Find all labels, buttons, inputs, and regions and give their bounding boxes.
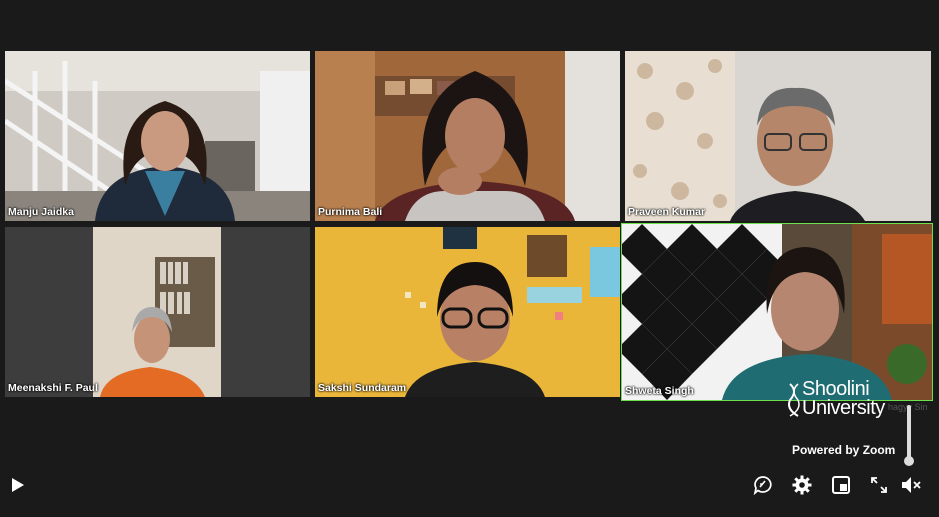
volume-slider[interactable] xyxy=(907,405,911,463)
participant-name: Sakshi Sundaram xyxy=(318,382,407,394)
chat-button[interactable] xyxy=(752,474,774,496)
participant-video xyxy=(722,247,892,400)
play-button[interactable] xyxy=(7,474,29,496)
dna-icon xyxy=(788,383,800,417)
volume-muted-icon xyxy=(902,477,921,493)
participant-video xyxy=(405,262,545,397)
volume-slider-handle[interactable] xyxy=(904,456,914,466)
settings-button[interactable] xyxy=(791,474,813,496)
powered-by-zoom: Powered by Zoom xyxy=(792,443,896,457)
participant-video xyxy=(730,87,865,221)
picture-in-picture-icon xyxy=(832,476,850,494)
video-tile-meenakshi-paul: Meenakshi F. Paul xyxy=(5,227,310,397)
fullscreen-icon xyxy=(871,477,887,493)
participant-video xyxy=(95,101,235,221)
participant-video xyxy=(93,227,221,397)
participant-name: Meenakshi F. Paul xyxy=(8,382,98,394)
shoolini-university-logo: Shoolini University xyxy=(788,379,901,419)
video-tile-sakshi-sundaram: Sakshi Sundaram xyxy=(315,227,620,397)
picture-in-picture-button[interactable] xyxy=(830,474,852,496)
participant-name: Shweta Singh xyxy=(625,385,694,397)
play-icon xyxy=(12,478,24,492)
video-tile-praveen-kumar: Praveen Kumar xyxy=(625,51,931,221)
video-tile-manju-jaidka: Manju Jaidka xyxy=(5,51,310,221)
participant-name: Purnima Bali xyxy=(318,206,383,218)
brand-line-2: University xyxy=(802,397,885,419)
gear-icon xyxy=(792,475,812,495)
mute-button[interactable] xyxy=(901,474,923,496)
participant-video xyxy=(375,71,575,221)
video-tile-purnima-bali: Purnima Bali xyxy=(315,51,620,221)
video-tile-shweta-singh: Shweta Singh xyxy=(621,223,933,401)
participant-name: Praveen Kumar xyxy=(628,206,706,218)
participant-name: Manju Jaidka xyxy=(8,206,74,218)
chat-icon xyxy=(753,476,772,495)
fullscreen-button[interactable] xyxy=(868,474,890,496)
